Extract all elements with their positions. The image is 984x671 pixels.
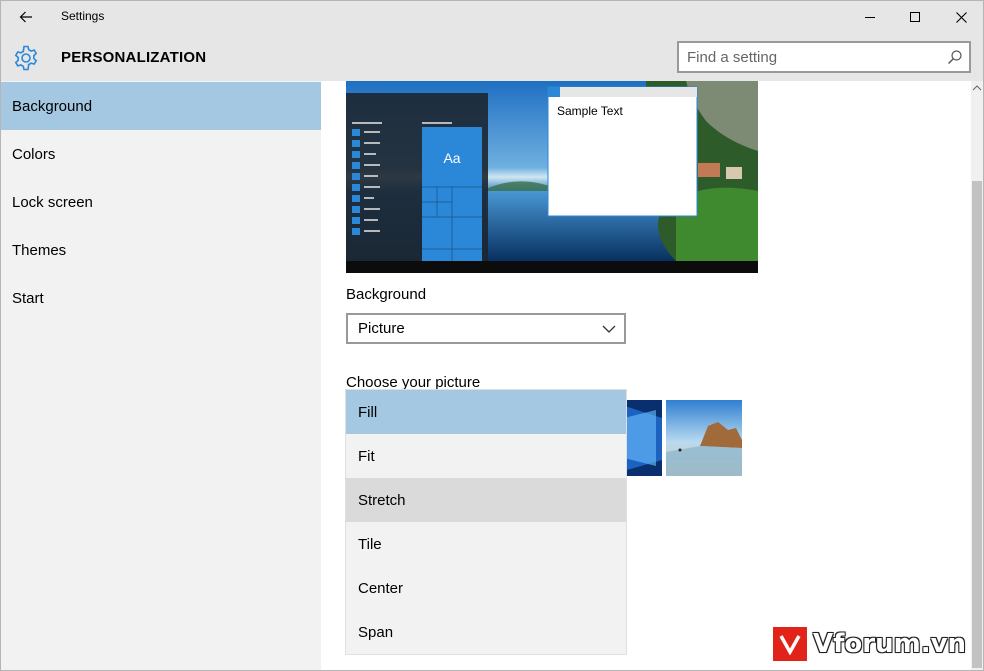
maximize-icon — [910, 12, 920, 22]
background-select-value: Picture — [358, 320, 405, 337]
close-icon — [955, 11, 967, 23]
picture-thumbnail-beach[interactable] — [666, 400, 742, 476]
scrollbar-thumb[interactable] — [972, 181, 982, 668]
title-bar: Settings — [1, 1, 983, 33]
sidebar-item-lock-screen[interactable]: Lock screen — [1, 178, 321, 226]
fit-dropdown-list: Fill Fit Stretch Tile Center Span — [346, 390, 626, 654]
sidebar-item-background[interactable]: Background — [1, 82, 321, 130]
sidebar-item-colors[interactable]: Colors — [1, 130, 321, 178]
desktop-preview: Aa Sample Text — [346, 81, 758, 273]
sidebar-item-start[interactable]: Start — [1, 274, 321, 322]
content-pane: Aa Sample Text Background Picture Choose… — [321, 81, 971, 670]
sidebar-item-themes[interactable]: Themes — [1, 226, 321, 274]
fit-option-tile[interactable]: Tile — [346, 522, 626, 566]
page-title: PERSONALIZATION — [61, 49, 207, 66]
fit-option-fill[interactable]: Fill — [346, 390, 626, 434]
background-select[interactable]: Picture — [346, 313, 626, 344]
choose-picture-label: Choose your picture — [346, 374, 481, 391]
back-arrow-icon — [19, 11, 32, 23]
minimize-icon — [865, 17, 875, 18]
chevron-down-icon — [602, 325, 616, 333]
gear-icon — [14, 45, 38, 71]
minimize-button[interactable] — [847, 1, 893, 33]
settings-window: Settings PERSONALIZATION Backg — [0, 0, 984, 671]
watermark: Vforum.vn — [773, 626, 966, 662]
search-input[interactable] — [687, 47, 937, 67]
maximize-button[interactable] — [892, 1, 938, 33]
preview-wallpaper: Aa Sample Text — [346, 81, 758, 273]
background-label: Background — [346, 286, 427, 303]
watermark-logo — [773, 627, 807, 661]
fit-option-fit[interactable]: Fit — [346, 434, 626, 478]
preview-tile-text: Aa — [443, 150, 460, 166]
page-header: PERSONALIZATION — [1, 33, 983, 81]
sidebar: Background Colors Lock screen Themes Sta… — [1, 81, 321, 670]
window-title: Settings — [61, 9, 105, 23]
content-scrollbar[interactable] — [971, 81, 983, 670]
preview-sample-text: Sample Text — [557, 104, 623, 118]
fit-option-stretch[interactable]: Stretch — [346, 478, 626, 522]
fit-option-span[interactable]: Span — [346, 610, 626, 654]
close-button[interactable] — [938, 1, 983, 33]
back-button[interactable] — [9, 1, 43, 33]
search-icon[interactable] — [947, 49, 963, 65]
search-box[interactable] — [677, 41, 971, 73]
fit-option-center[interactable]: Center — [346, 566, 626, 610]
watermark-text: Vforum.vn — [813, 629, 967, 659]
scroll-up-arrow-icon[interactable] — [972, 83, 982, 93]
